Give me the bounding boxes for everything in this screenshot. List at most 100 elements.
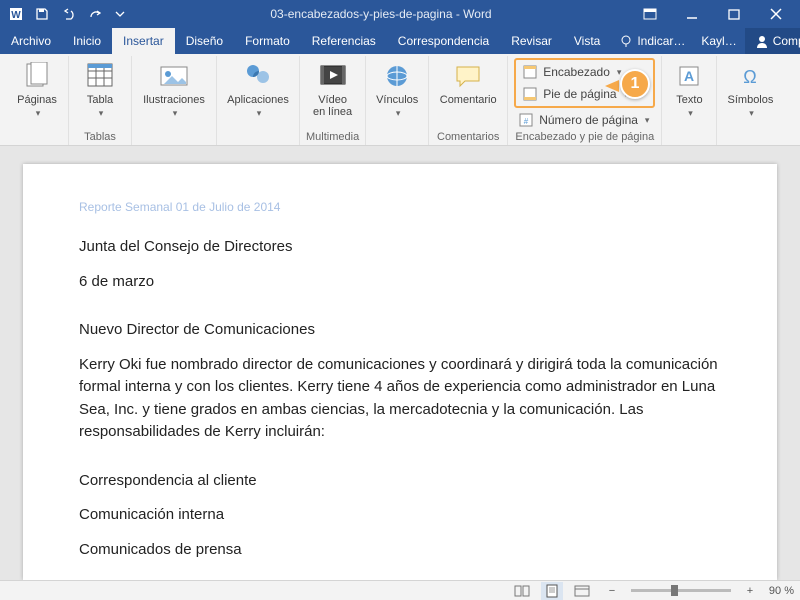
simbolos-button[interactable]: Ω Símbolos ▾ xyxy=(723,58,777,119)
close-button[interactable] xyxy=(756,0,796,28)
tell-me-box[interactable]: Indicar… xyxy=(611,28,693,54)
vinculos-button[interactable]: Vínculos ▾ xyxy=(372,58,422,119)
links-icon xyxy=(381,60,413,92)
doc-paragraph: 6 de marzo xyxy=(79,271,721,294)
maximize-button[interactable] xyxy=(714,0,754,28)
tab-inicio[interactable]: Inicio xyxy=(62,28,112,54)
lightbulb-icon xyxy=(619,34,633,48)
doc-paragraph: Correspondencia al cliente xyxy=(79,470,721,493)
window-title: 03-encabezados-y-pies-de-pagina - Word xyxy=(132,7,630,21)
tabla-button[interactable]: Tabla ▾ xyxy=(75,58,125,119)
share-button[interactable]: Compartir xyxy=(745,28,800,54)
page-number-icon: # xyxy=(518,112,534,128)
comentario-button[interactable]: Comentario xyxy=(435,58,501,106)
zoom-in-button[interactable]: + xyxy=(739,582,761,600)
chevron-down-icon: ▾ xyxy=(645,115,650,126)
zoom-level[interactable]: 90 % xyxy=(769,585,794,597)
share-person-icon xyxy=(755,34,769,48)
illustrations-icon xyxy=(158,60,190,92)
chevron-down-icon: ▾ xyxy=(396,108,401,119)
paginas-button[interactable]: Páginas ▾ xyxy=(12,58,62,119)
comentario-label: Comentario xyxy=(440,94,497,106)
callout-badge: 1 xyxy=(620,69,650,99)
svg-text:Ω: Ω xyxy=(744,67,757,87)
header-icon xyxy=(522,64,538,80)
user-name[interactable]: Kayl… xyxy=(693,28,744,54)
aplicaciones-button[interactable]: Aplicaciones ▾ xyxy=(223,58,293,119)
numero-pagina-button[interactable]: # Número de página ▾ xyxy=(514,109,655,131)
simbolos-label: Símbolos xyxy=(728,94,774,106)
paginas-label: Páginas xyxy=(17,94,57,106)
tab-diseno[interactable]: Diseño xyxy=(175,28,234,54)
doc-paragraph: Nuevo Director de Comunicaciones xyxy=(79,319,721,342)
aplicaciones-label: Aplicaciones xyxy=(227,94,289,106)
chevron-down-icon: ▾ xyxy=(99,108,104,119)
group-multimedia-label: Multimedia xyxy=(306,131,359,145)
table-icon xyxy=(84,60,116,92)
tabla-label: Tabla xyxy=(87,94,113,106)
print-layout-button[interactable] xyxy=(541,582,563,600)
pages-icon xyxy=(21,60,53,92)
share-label: Compartir xyxy=(773,34,800,48)
read-mode-button[interactable] xyxy=(511,582,533,600)
zoom-thumb[interactable] xyxy=(671,585,678,596)
chevron-down-icon: ▾ xyxy=(36,108,41,119)
qat-customize-icon[interactable] xyxy=(108,2,132,26)
group-comentarios-label: Comentarios xyxy=(437,131,499,145)
group-header-footer-label: Encabezado y pie de página xyxy=(515,131,654,145)
titlebar: W 03-encabezados-y-pies-de-pagina - Word xyxy=(0,0,800,28)
zoom-slider[interactable] xyxy=(631,589,731,592)
symbols-icon: Ω xyxy=(734,60,766,92)
ilustraciones-button[interactable]: Ilustraciones ▾ xyxy=(138,58,210,119)
chevron-down-icon: ▾ xyxy=(749,108,754,119)
chevron-down-icon: ▾ xyxy=(173,108,178,119)
svg-text:A: A xyxy=(684,68,694,84)
undo-icon[interactable] xyxy=(56,2,80,26)
apps-icon xyxy=(242,60,274,92)
video-button[interactable]: Vídeo en línea xyxy=(308,58,358,118)
page[interactable]: Reporte Semanal 01 de Julio de 2014 Junt… xyxy=(23,164,777,580)
tell-me-label: Indicar… xyxy=(637,34,685,48)
callout-pointer xyxy=(605,80,619,92)
text-icon: A xyxy=(673,60,705,92)
minimize-button[interactable] xyxy=(672,0,712,28)
group-tablas-label: Tablas xyxy=(84,131,116,145)
doc-paragraph: Comunicación interna xyxy=(79,504,721,527)
texto-label: Texto xyxy=(676,94,702,106)
tab-archivo[interactable]: Archivo xyxy=(0,28,62,54)
chevron-down-icon: ▾ xyxy=(257,108,262,119)
comment-icon xyxy=(452,60,484,92)
chevron-down-icon: ▾ xyxy=(617,67,622,78)
svg-text:#: # xyxy=(524,117,529,126)
video-label: Vídeo en línea xyxy=(313,94,352,118)
tab-correspondencia[interactable]: Correspondencia xyxy=(387,28,500,54)
ribbon-display-options-icon[interactable] xyxy=(630,0,670,28)
ribbon-content: Páginas ▾ Tabla ▾ Tablas Ilustraciones xyxy=(0,54,800,146)
zoom-out-button[interactable]: − xyxy=(601,582,623,600)
vinculos-label: Vínculos xyxy=(376,94,418,106)
texto-button[interactable]: A Texto ▾ xyxy=(668,58,710,119)
svg-text:W: W xyxy=(11,10,21,21)
redo-icon[interactable] xyxy=(82,2,106,26)
footer-icon xyxy=(522,86,538,102)
tab-insertar[interactable]: Insertar xyxy=(112,28,175,54)
encabezado-label: Encabezado xyxy=(543,65,610,79)
document-area[interactable]: Reporte Semanal 01 de Julio de 2014 Junt… xyxy=(0,146,800,580)
page-header-text: Reporte Semanal 01 de Julio de 2014 xyxy=(79,200,721,214)
save-icon[interactable] xyxy=(30,2,54,26)
statusbar: − + 90 % xyxy=(0,580,800,600)
web-layout-button[interactable] xyxy=(571,582,593,600)
tab-revisar[interactable]: Revisar xyxy=(500,28,563,54)
word-app-icon[interactable]: W xyxy=(4,2,28,26)
chevron-down-icon: ▾ xyxy=(688,108,693,119)
doc-paragraph: Junta del Consejo de Directores xyxy=(79,236,721,259)
tab-formato[interactable]: Formato xyxy=(234,28,301,54)
doc-paragraph: Comunicados de prensa xyxy=(79,539,721,562)
ribbon-tabs: Archivo Inicio Insertar Diseño Formato R… xyxy=(0,28,800,54)
tab-referencias[interactable]: Referencias xyxy=(301,28,387,54)
tab-vista[interactable]: Vista xyxy=(563,28,611,54)
video-icon xyxy=(317,60,349,92)
doc-paragraph: Kerry Oki fue nombrado director de comun… xyxy=(79,354,721,444)
ilustraciones-label: Ilustraciones xyxy=(143,94,205,106)
numero-pagina-label: Número de página xyxy=(539,113,638,127)
